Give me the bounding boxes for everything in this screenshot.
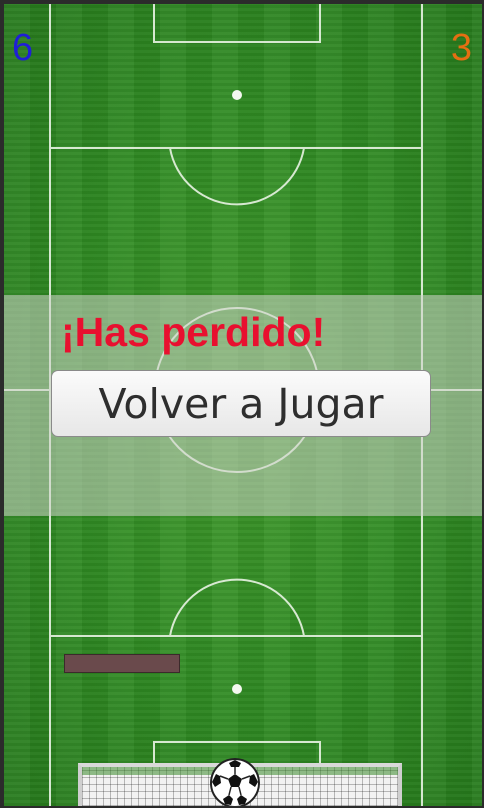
- opponent-score: 3: [450, 27, 472, 69]
- replay-button[interactable]: Volver a Jugar: [51, 370, 431, 437]
- bottom-penalty-spot: [232, 684, 242, 694]
- soccer-ball-icon: [210, 758, 260, 806]
- bottom-penalty-arc: [169, 578, 305, 637]
- game-canvas[interactable]: 6 3 ¡Has perdido! Volver a Jugar: [4, 4, 482, 806]
- top-goal-area: [153, 4, 321, 43]
- player-score: 6: [12, 27, 34, 69]
- game-over-panel: ¡Has perdido! Volver a Jugar: [4, 295, 482, 516]
- top-penalty-arc: [169, 147, 305, 206]
- game-over-message: ¡Has perdido!: [61, 309, 326, 355]
- player-paddle[interactable]: [64, 654, 180, 673]
- top-penalty-spot: [232, 90, 242, 100]
- top-penalty-area: [49, 4, 423, 149]
